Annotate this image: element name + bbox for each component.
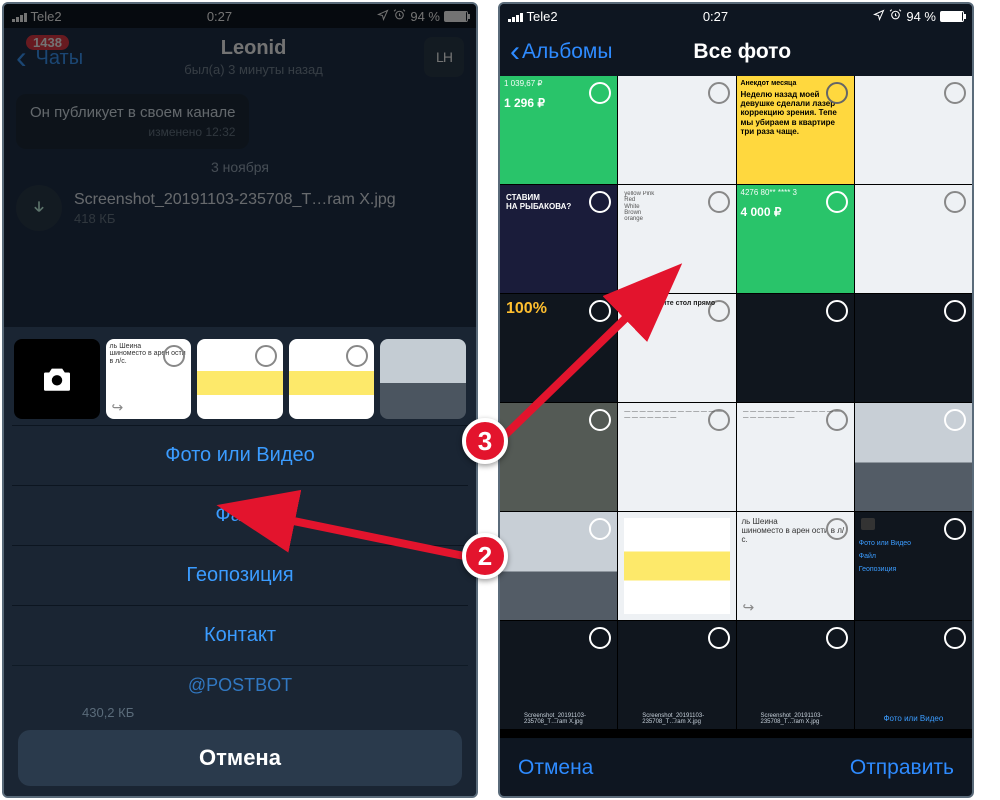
option-contact[interactable]: Контакт bbox=[12, 605, 468, 665]
chat-header: ‹ Чаты 1438 Leonid был(а) 3 минуты назад… bbox=[4, 28, 476, 86]
camera-tile[interactable] bbox=[14, 339, 100, 419]
cancel-button[interactable]: Отмена bbox=[18, 730, 462, 786]
option-postbot[interactable]: @POSTBOT bbox=[12, 665, 468, 705]
file-message[interactable]: Screenshot_20191103-235708_T…ram X.jpg 4… bbox=[16, 185, 464, 231]
picker-send-button[interactable]: Отправить bbox=[850, 756, 954, 780]
camera-icon bbox=[861, 518, 875, 530]
photo-cell[interactable]: ль Шеина шиноместо в арен ости в л/с. ↪ bbox=[737, 512, 854, 620]
photo-cell[interactable]: Фото или Видео bbox=[855, 621, 972, 729]
left-phone: Tele2 0:27 94 % ‹ Чаты 1438 Leonid был(а… bbox=[2, 2, 478, 798]
avatar[interactable]: LH bbox=[424, 37, 464, 77]
option-photo-video[interactable]: Фото или Видео bbox=[12, 425, 468, 485]
photo-cell[interactable]: Фото или Видео Файл Геопозиция bbox=[855, 512, 972, 620]
battery-icon bbox=[444, 11, 468, 22]
photo-cell[interactable] bbox=[737, 294, 854, 402]
message-text: Он публикует в своем канале bbox=[30, 104, 235, 121]
photo-cell[interactable] bbox=[855, 294, 972, 402]
albums-back-button[interactable]: ‹ Альбомы bbox=[510, 40, 612, 64]
message-edited-time: изменено 12:32 bbox=[30, 125, 235, 139]
photo-cell[interactable] bbox=[855, 185, 972, 293]
arrow-step-2 bbox=[230, 500, 470, 570]
date-separator: 3 ноября bbox=[16, 159, 464, 175]
signal-bars-icon bbox=[508, 11, 523, 22]
photo-cell[interactable]: Screenshot_20191103-235708_T…ram X.jpg bbox=[737, 621, 854, 729]
photo-cell[interactable] bbox=[618, 512, 735, 620]
arrow-step-3 bbox=[490, 270, 690, 450]
status-bar: Tele2 0:27 94 % bbox=[500, 4, 972, 28]
photo-cell[interactable] bbox=[500, 512, 617, 620]
back-button[interactable]: ‹ Чаты 1438 bbox=[16, 41, 83, 73]
location-services-icon bbox=[377, 9, 389, 24]
photo-cell[interactable] bbox=[618, 76, 735, 184]
alarm-icon bbox=[889, 8, 902, 24]
battery-pct: 94 % bbox=[410, 9, 440, 24]
step-marker-3: 3 bbox=[462, 418, 508, 464]
signal-bars-icon bbox=[12, 11, 27, 22]
contact-last-seen: был(а) 3 минуты назад bbox=[93, 62, 414, 77]
photo-cell[interactable]: 1 039,67 ₽ 1 296 ₽ bbox=[500, 76, 617, 184]
download-icon[interactable] bbox=[16, 185, 62, 231]
photo-thumb[interactable]: ль Шеина шиноместо в арен ости в л/с. ↪ bbox=[106, 339, 192, 419]
picker-cancel-button[interactable]: Отмена bbox=[518, 756, 593, 780]
alarm-icon bbox=[393, 8, 406, 24]
photo-cell[interactable] bbox=[855, 76, 972, 184]
photo-thumb[interactable] bbox=[289, 339, 375, 419]
photo-cell[interactable]: Анекдот месяца Неделю назад моей девушке… bbox=[737, 76, 854, 184]
picker-toolbar: Отмена Отправить bbox=[500, 738, 972, 796]
photo-thumb[interactable] bbox=[380, 339, 466, 419]
background-file-size: 430,2 КБ bbox=[12, 705, 468, 720]
file-size: 418 КБ bbox=[74, 211, 396, 226]
carrier-label: Tele2 bbox=[31, 9, 62, 24]
file-name: Screenshot_20191103-235708_T…ram X.jpg bbox=[74, 191, 396, 209]
battery-pct: 94 % bbox=[906, 9, 936, 24]
picker-header: ‹ Альбомы Все фото bbox=[500, 28, 972, 76]
location-services-icon bbox=[873, 9, 885, 24]
unread-badge: 1438 bbox=[26, 35, 69, 50]
photo-cell[interactable]: Screenshot_20191103-235708_T…ram X.jpg bbox=[618, 621, 735, 729]
carrier-label: Tele2 bbox=[527, 9, 558, 24]
photo-thumb[interactable] bbox=[197, 339, 283, 419]
step-marker-2: 2 bbox=[462, 533, 508, 579]
recent-photos-row: ль Шеина шиноместо в арен ости в л/с. ↪ bbox=[12, 335, 468, 425]
photo-cell[interactable] bbox=[855, 403, 972, 511]
clock: 0:27 bbox=[558, 9, 874, 24]
photo-cell[interactable]: Screenshot_20191103-235708_T…ram X.jpg bbox=[500, 621, 617, 729]
photo-cell[interactable]: — — — — — — — — — — — — — — — — — — — — bbox=[737, 403, 854, 511]
share-icon: ↪ bbox=[112, 400, 124, 415]
battery-icon bbox=[940, 11, 964, 22]
clock: 0:27 bbox=[62, 9, 378, 24]
status-bar: Tele2 0:27 94 % bbox=[4, 4, 476, 28]
photo-cell[interactable]: 4276 80** **** 3 4 000 ₽ bbox=[737, 185, 854, 293]
picker-title: Все фото bbox=[612, 40, 872, 64]
message-bubble[interactable]: Он публикует в своем канале изменено 12:… bbox=[16, 94, 249, 149]
share-icon: ↪ bbox=[743, 599, 755, 616]
contact-name: Leonid bbox=[93, 37, 414, 60]
back-label: Чаты bbox=[36, 47, 84, 69]
